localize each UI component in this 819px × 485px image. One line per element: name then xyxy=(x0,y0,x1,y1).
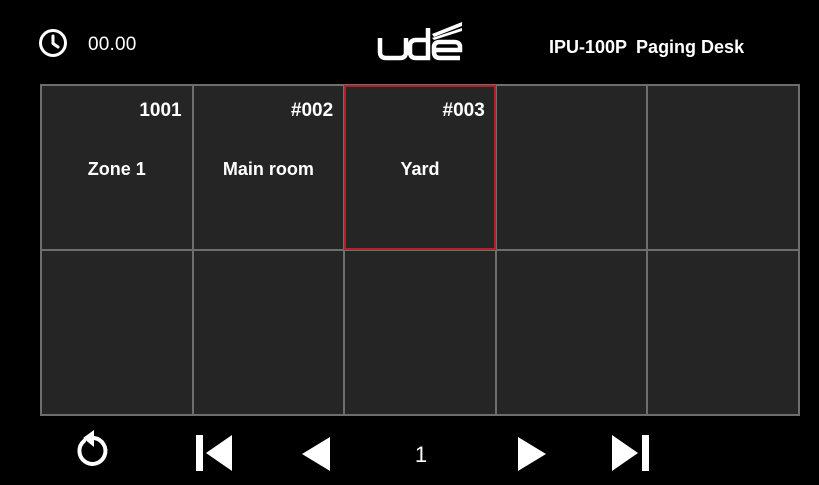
skip-first-icon[interactable] xyxy=(194,435,234,471)
pagination-bar: 1 xyxy=(6,416,819,485)
zone-tile-empty[interactable] xyxy=(345,251,495,414)
clock-time: 00.00 xyxy=(88,34,137,55)
zone-grid: 1001 Zone 1 #002 Main room #003 Yard xyxy=(40,84,800,416)
skip-last-icon[interactable] xyxy=(610,435,652,471)
zone-tile-empty[interactable] xyxy=(496,86,647,249)
zone-number: 1001 xyxy=(139,100,182,121)
zone-tile-empty[interactable] xyxy=(193,251,344,414)
zone-tile-empty[interactable] xyxy=(42,251,192,414)
refresh-back-icon[interactable] xyxy=(70,428,114,472)
zone-number: #003 xyxy=(442,100,485,121)
zone-tile-empty[interactable] xyxy=(648,86,798,249)
zone-tile-empty[interactable] xyxy=(496,251,647,414)
zone-name: Zone 1 xyxy=(87,159,146,179)
device-title: IPU-100P Paging Desk xyxy=(549,36,744,58)
clock-icon xyxy=(38,28,68,58)
zone-tile-selected[interactable]: #003 Yard xyxy=(344,85,496,250)
ude-logo xyxy=(374,20,466,62)
device-model: IPU-100P xyxy=(549,37,628,57)
zone-tile[interactable]: 1001 Zone 1 xyxy=(42,86,192,249)
next-icon[interactable] xyxy=(516,437,550,471)
page-number: 1 xyxy=(414,442,428,467)
device-name: Paging Desk xyxy=(636,37,745,57)
header-bar: 00.00 IPU-100P Paging Desk xyxy=(6,0,819,84)
previous-icon[interactable] xyxy=(298,437,332,471)
zone-tile[interactable]: #002 Main room xyxy=(193,86,344,249)
zone-number: #002 xyxy=(290,100,334,121)
paging-desk-screen: 00.00 IPU-100P Paging Desk 1001 Zone 1 #… xyxy=(6,0,819,485)
zone-name: Yard xyxy=(400,159,440,179)
zone-tile-empty[interactable] xyxy=(648,251,798,414)
zone-name: Main room xyxy=(222,159,314,179)
